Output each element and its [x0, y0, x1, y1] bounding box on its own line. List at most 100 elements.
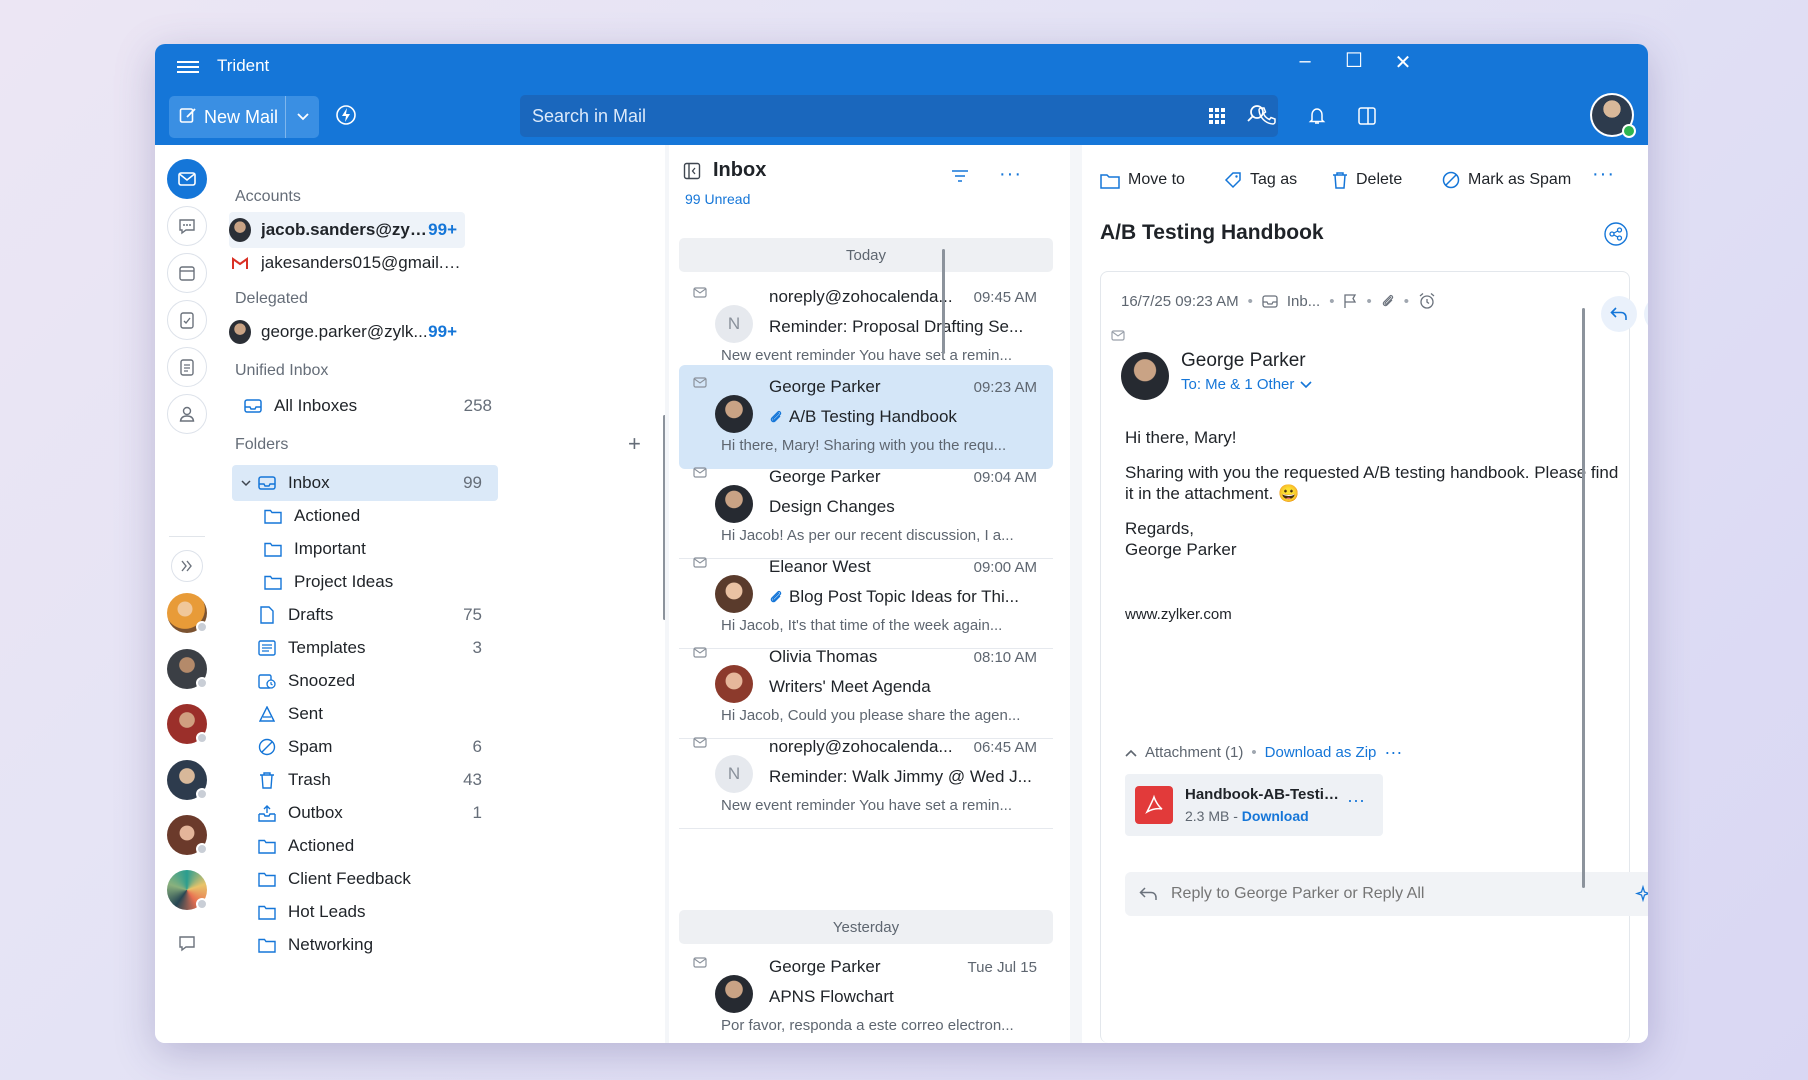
mail-app-icon[interactable] — [167, 159, 207, 199]
notes-app-icon[interactable] — [167, 347, 207, 387]
download-link[interactable]: Download — [1242, 808, 1309, 824]
mail-list-item[interactable]: George Parker Tue Jul 15 APNS Flowchart Por… — [679, 945, 1053, 1043]
reply-button[interactable] — [1601, 296, 1637, 332]
envelope-icon[interactable] — [693, 465, 707, 483]
contact-avatar[interactable] — [167, 760, 208, 800]
more-options-icon[interactable]: ··· — [1384, 742, 1402, 763]
add-folder-icon[interactable]: + — [628, 431, 641, 457]
envelope-icon[interactable] — [693, 645, 707, 663]
envelope-icon[interactable] — [693, 735, 707, 753]
folder-item-inbox[interactable]: Inbox 99 — [232, 465, 498, 501]
filter-icon[interactable] — [951, 169, 969, 188]
folder-item-hot-leads[interactable]: Hot Leads — [232, 894, 498, 930]
quick-actions-icon[interactable] — [335, 104, 357, 131]
folder-icon — [262, 505, 284, 527]
tag-as-button[interactable]: Tag as — [1224, 171, 1297, 189]
collapse-pane-icon[interactable] — [683, 162, 701, 185]
day-separator: Yesterday — [679, 910, 1053, 944]
contact-avatar[interactable] — [167, 593, 208, 633]
new-mail-dropdown[interactable] — [285, 96, 319, 138]
reply-input[interactable] — [1171, 885, 1635, 903]
mail-list-item[interactable]: Olivia Thomas 08:10 AM Writers' Meet Agend… — [679, 635, 1053, 739]
search-input[interactable] — [532, 105, 1246, 127]
folder-item-project-ideas[interactable]: Project Ideas — [262, 564, 498, 600]
tasks-app-icon[interactable] — [167, 300, 207, 340]
user-avatar[interactable] — [1590, 93, 1636, 138]
unread-count[interactable]: 99 Unread — [685, 191, 750, 207]
more-options-icon[interactable]: ··· — [999, 163, 1022, 186]
mail-list-item[interactable]: George Parker 09:23 AM A/B Testing Handboo… — [679, 365, 1053, 469]
phone-icon[interactable] — [1253, 102, 1281, 130]
more-options-icon[interactable]: ··· — [1592, 163, 1615, 186]
calendar-app-icon[interactable] — [167, 253, 207, 293]
menu-icon[interactable] — [177, 58, 199, 78]
mail-list-scrollbar[interactable] — [942, 249, 945, 354]
new-mail-button[interactable]: New Mail — [169, 96, 319, 138]
account-item[interactable]: jakesanders015@gmail.c... — [229, 245, 465, 281]
folder-item-spam[interactable]: Spam 6 — [232, 729, 498, 765]
all-inboxes-item[interactable]: All Inboxes 258 — [242, 388, 508, 424]
contact-avatar[interactable] — [167, 704, 208, 744]
more-actions-button[interactable]: ··· — [1644, 296, 1648, 332]
draft-icon — [256, 604, 278, 626]
sender-avatar[interactable] — [1121, 352, 1169, 400]
envelope-icon[interactable] — [693, 955, 707, 973]
more-options-icon[interactable]: ··· — [1347, 790, 1365, 811]
folder-item-client-feedback[interactable]: Client Feedback — [232, 861, 498, 897]
folder-scrollbar[interactable] — [663, 415, 665, 620]
bell-icon[interactable] — [1303, 102, 1331, 130]
move-to-button[interactable]: Move to — [1100, 171, 1185, 189]
folder-item-drafts[interactable]: Drafts 75 — [232, 597, 498, 633]
attachment-card[interactable]: Handbook-AB-Testing... 2.3 MB - Download… — [1125, 774, 1383, 836]
attachment-icon — [1382, 294, 1393, 307]
envelope-icon[interactable] — [693, 285, 707, 303]
email-card: 16/7/25 09:23 AM • Inb... • • • ··· Geor… — [1100, 271, 1648, 1043]
folder-item-trash[interactable]: Trash 43 — [232, 762, 498, 798]
delete-button[interactable]: Delete — [1332, 171, 1402, 189]
folder-item-outbox[interactable]: Outbox 1 — [232, 795, 498, 831]
envelope-icon[interactable] — [693, 375, 707, 393]
mail-list-item[interactable]: Eleanor West 09:00 AM Blog Post Topic Idea… — [679, 545, 1053, 649]
contact-avatar[interactable] — [167, 815, 208, 855]
folder-icon — [256, 934, 278, 956]
trash-icon — [1333, 172, 1347, 189]
expand-icon[interactable] — [171, 550, 203, 582]
contacts-app-icon[interactable] — [167, 394, 207, 434]
body-website[interactable]: www.zylker.com — [1125, 604, 1625, 625]
email-folder[interactable]: Inb... — [1287, 293, 1320, 310]
chevron-down-icon[interactable] — [236, 479, 256, 487]
folder-item-sent[interactable]: Sent — [232, 696, 498, 732]
group-avatar[interactable] — [167, 870, 208, 910]
folder-item-actioned[interactable]: Actioned — [262, 498, 498, 534]
mail-subject: Design Changes — [769, 497, 895, 516]
mail-list-item[interactable]: George Parker 09:04 AM Design Changes Hi Ja… — [679, 455, 1053, 559]
download-zip-link[interactable]: Download as Zip — [1265, 744, 1377, 761]
mail-list-item[interactable]: Nnoreply@zohocalenda... 09:45 AM Reminder:… — [679, 275, 1053, 379]
reader-scrollbar[interactable] — [1582, 308, 1585, 888]
folder-item-snoozed[interactable]: Snoozed — [232, 663, 498, 699]
account-item[interactable]: jacob.sanders@zylk... 99+ — [229, 212, 465, 248]
delegated-account-item[interactable]: george.parker@zylk... 99+ — [229, 314, 465, 350]
search-bar[interactable] — [520, 95, 1278, 137]
recipients-toggle[interactable]: To: Me & 1 Other — [1181, 376, 1312, 393]
folder-item-networking[interactable]: Networking — [232, 927, 498, 963]
contact-avatar[interactable] — [167, 649, 208, 689]
close-icon[interactable]: ✕ — [1385, 50, 1421, 75]
minimize-icon[interactable]: – — [1287, 50, 1323, 73]
mail-sender: George Parker — [769, 377, 881, 396]
apps-grid-icon[interactable] — [1203, 102, 1231, 130]
envelope-icon[interactable] — [693, 555, 707, 573]
folder-item-templates[interactable]: Templates 3 — [232, 630, 498, 666]
mark-as-spam-button[interactable]: Mark as Spam — [1442, 171, 1571, 189]
mail-time: Tue Jul 15 — [967, 959, 1038, 976]
quick-reply-box[interactable] — [1125, 872, 1648, 916]
folder-item-important[interactable]: Important — [262, 531, 498, 567]
share-icon[interactable] — [1604, 222, 1628, 251]
sender-name[interactable]: George Parker — [1181, 350, 1306, 372]
side-panel-icon[interactable] — [1353, 102, 1381, 130]
chat-bubble-icon[interactable] — [167, 923, 207, 963]
mail-list-item[interactable]: Nnoreply@zohocalenda... 06:45 AM Reminder:… — [679, 725, 1053, 829]
folder-item-actioned[interactable]: Actioned — [232, 828, 498, 864]
chat-app-icon[interactable] — [167, 206, 207, 246]
maximize-icon[interactable]: ☐ — [1336, 48, 1372, 73]
